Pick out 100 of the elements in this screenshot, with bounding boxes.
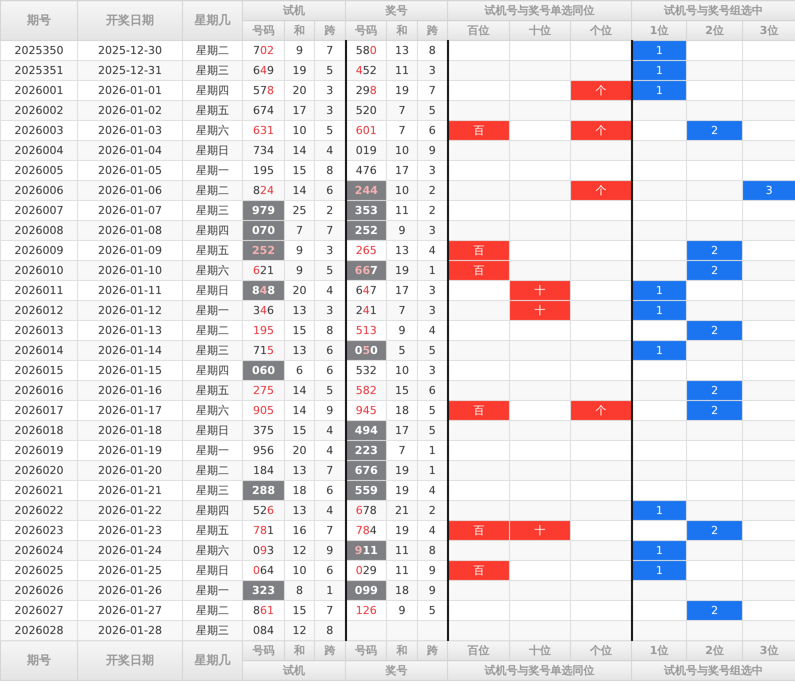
table-cell: 星期一 xyxy=(182,440,242,460)
table-cell: 184 xyxy=(242,460,284,480)
table-cell: 2026-01-28 xyxy=(78,620,182,640)
table-cell: 18 xyxy=(386,400,418,420)
table-cell: 6 xyxy=(314,180,346,200)
table-cell: 星期日 xyxy=(182,140,242,160)
table-cell: 715 xyxy=(242,340,284,360)
table-cell: 2026018 xyxy=(0,420,78,440)
table-cell: 2026-01-06 xyxy=(78,180,182,200)
column-header: 和 xyxy=(386,640,418,660)
table-cell: 12 xyxy=(284,540,314,560)
table-cell: 7 xyxy=(314,600,346,620)
table-cell: 2026014 xyxy=(0,340,78,360)
table-cell: 2026013 xyxy=(0,320,78,340)
table-cell: 2026002 xyxy=(0,100,78,120)
table-cell: 452 xyxy=(346,60,387,80)
table-cell: 星期三 xyxy=(182,60,242,80)
table-cell: 13 xyxy=(284,460,314,480)
table-cell: 2026001 xyxy=(0,80,78,100)
table-cell: 050 xyxy=(346,340,387,360)
table-cell: 19 xyxy=(284,60,314,80)
table-cell: 2025-12-31 xyxy=(78,60,182,80)
table-cell: 060 xyxy=(242,360,284,380)
table-cell: 6 xyxy=(314,340,346,360)
column-header: 2位 xyxy=(686,640,743,660)
table-cell: 6 xyxy=(418,120,448,140)
column-header: 2位 xyxy=(686,20,743,40)
column-header: 和 xyxy=(284,640,314,660)
table-cell: 2026-01-14 xyxy=(78,340,182,360)
table-cell: 4 xyxy=(314,440,346,460)
table-cell: 375 xyxy=(242,420,284,440)
table-cell: 11 xyxy=(386,560,418,580)
table-cell: 9 xyxy=(418,140,448,160)
table-cell: 25 xyxy=(284,200,314,220)
table-cell: 1 xyxy=(632,60,687,80)
table-cell: 1 xyxy=(632,340,687,360)
table-cell: 070 xyxy=(242,220,284,240)
table-cell: 星期二 xyxy=(182,460,242,480)
table-cell: 2026-01-05 xyxy=(78,160,182,180)
table-cell: 532 xyxy=(346,360,387,380)
table-cell: 星期二 xyxy=(182,600,242,620)
table-cell: 2026028 xyxy=(0,620,78,640)
table-cell: 8 xyxy=(314,160,346,180)
column-header: 百位 xyxy=(448,640,510,660)
column-header: 跨 xyxy=(314,20,346,40)
table-cell: 7 xyxy=(314,220,346,240)
table-cell: 18 xyxy=(386,580,418,600)
table-cell: 19 xyxy=(386,80,418,100)
table-cell: 601 xyxy=(346,120,387,140)
table-cell: 星期四 xyxy=(182,500,242,520)
table-cell: 631 xyxy=(242,120,284,140)
table-cell: 2026-01-10 xyxy=(78,260,182,280)
table-cell: 1 xyxy=(632,40,687,60)
table-cell: 2025-12-30 xyxy=(78,40,182,60)
column-header: 期号 xyxy=(0,640,78,680)
table-cell: 3 xyxy=(418,160,448,180)
table-cell: 17 xyxy=(386,420,418,440)
table-cell: 2026-01-20 xyxy=(78,460,182,480)
table-cell: 星期三 xyxy=(182,200,242,220)
table-cell: 7 xyxy=(386,300,418,320)
table-cell: 9 xyxy=(386,600,418,620)
table-cell: 14 xyxy=(284,180,314,200)
table-cell: 2025350 xyxy=(0,40,78,60)
table-cell: 3 xyxy=(742,180,795,200)
table-cell: 2 xyxy=(686,240,743,260)
table-cell: 5 xyxy=(314,380,346,400)
table-cell: 2026-01-24 xyxy=(78,540,182,560)
table-cell: 6 xyxy=(314,360,346,380)
table-cell: 520 xyxy=(346,100,387,120)
table-cell: 824 xyxy=(242,180,284,200)
table-cell: 15 xyxy=(284,420,314,440)
table-cell: 17 xyxy=(386,280,418,300)
table-cell: 百 xyxy=(448,520,510,540)
table-cell: 911 xyxy=(346,540,387,560)
table-cell: 2026-01-03 xyxy=(78,120,182,140)
table-cell: 9 xyxy=(386,220,418,240)
table-cell: 2026-01-25 xyxy=(78,560,182,580)
table-cell: 2 xyxy=(686,380,743,400)
table-cell: 15 xyxy=(284,160,314,180)
table-cell: 476 xyxy=(346,160,387,180)
table-cell: 2026-01-12 xyxy=(78,300,182,320)
column-header: 个位 xyxy=(570,640,632,660)
table-cell: 11 xyxy=(386,200,418,220)
table-cell: 6 xyxy=(314,480,346,500)
table-cell: 6 xyxy=(284,360,314,380)
column-header: 3位 xyxy=(742,20,795,40)
table-cell: 8 xyxy=(284,580,314,600)
table-cell: 252 xyxy=(346,220,387,240)
table-cell: 3 xyxy=(314,240,346,260)
table-cell: 734 xyxy=(242,140,284,160)
table-cell: 星期六 xyxy=(182,120,242,140)
table-cell: 11 xyxy=(386,60,418,80)
table-cell: 2 xyxy=(686,600,743,620)
table-cell: 2026-01-15 xyxy=(78,360,182,380)
table-cell: 7 xyxy=(284,220,314,240)
table-cell: 2026024 xyxy=(0,540,78,560)
table-cell: 1 xyxy=(314,580,346,600)
table-cell: 星期一 xyxy=(182,580,242,600)
table-cell: 2026-01-27 xyxy=(78,600,182,620)
table-cell: 7 xyxy=(386,100,418,120)
